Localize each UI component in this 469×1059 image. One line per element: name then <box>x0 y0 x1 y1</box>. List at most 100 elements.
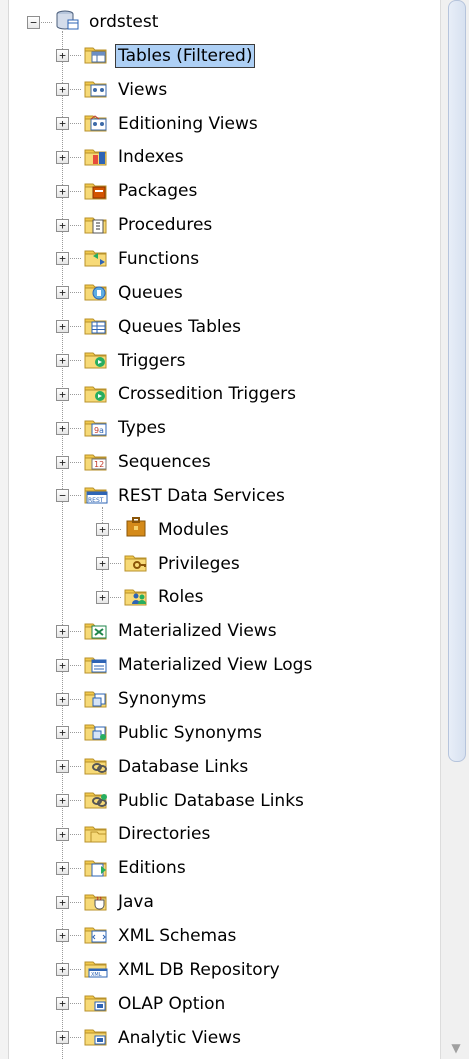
expand-toggle-icon[interactable]: + <box>56 421 69 435</box>
tree-node-views[interactable]: + Views <box>56 73 170 107</box>
directories-folder-icon <box>81 820 115 849</box>
tree-node-label: Sequences <box>118 452 211 473</box>
tree-node-editioning-views[interactable]: + Editioning Views <box>56 107 261 141</box>
tree-node-materialized-views[interactable]: + Materialized Views <box>56 614 280 648</box>
expand-toggle-icon[interactable]: + <box>56 218 69 232</box>
tree-connector-line <box>67 867 81 869</box>
tree-connector-line <box>67 258 81 260</box>
xml-db-repository-folder-icon: XML <box>81 955 115 984</box>
tree-node-label: Editions <box>118 858 186 879</box>
expand-toggle-icon[interactable]: + <box>56 354 69 367</box>
expand-toggle-icon[interactable]: + <box>56 286 69 300</box>
tree-connector-line <box>67 935 81 937</box>
triggers-folder-icon <box>81 346 115 375</box>
tree-node-label: Types <box>118 418 166 439</box>
expand-toggle-icon[interactable]: + <box>56 861 69 875</box>
tree-node-roles[interactable]: + Roles <box>96 580 207 614</box>
tree-node-crossedition-triggers[interactable]: + Crossedition Triggers <box>56 377 299 411</box>
expand-toggle-icon[interactable]: + <box>96 523 109 537</box>
tree-node-sequences[interactable]: + 12 Sequences <box>56 445 214 479</box>
tree-node-synonyms[interactable]: + Synonyms <box>56 682 209 716</box>
tree-node-xml-db-repository[interactable]: + XML XML DB Repository <box>56 953 283 987</box>
tree-node-label: Tables (Filtered) <box>115 43 256 68</box>
expand-toggle-icon[interactable]: + <box>56 658 69 672</box>
expand-toggle-icon[interactable]: + <box>56 624 69 638</box>
tree-node-privileges[interactable]: + Privileges <box>96 547 243 581</box>
expand-toggle-icon[interactable]: + <box>56 252 69 266</box>
crossedition-triggers-folder-icon <box>81 380 115 409</box>
tree-node-database-links[interactable]: + Database Links <box>56 750 251 784</box>
expand-toggle-icon[interactable]: + <box>56 692 69 706</box>
tree-connector-line <box>67 969 81 971</box>
scroll-down-arrow-icon[interactable]: ▼ <box>449 1041 463 1055</box>
tree-node-directories[interactable]: + Directories <box>56 817 213 851</box>
expand-toggle-icon[interactable]: + <box>56 895 69 909</box>
privileges-icon <box>121 549 155 578</box>
tree-node-label: Database Links <box>118 756 249 777</box>
tree-connector-line <box>67 1037 81 1038</box>
tree-connector-line <box>67 766 81 768</box>
tree-node-analytic-views[interactable]: + Analytic Views <box>56 1021 244 1055</box>
expand-toggle-icon[interactable]: + <box>56 997 69 1011</box>
vertical-scrollbar[interactable]: ▼ <box>440 0 469 1059</box>
expand-toggle-icon[interactable]: + <box>56 320 69 334</box>
tree-connector-line <box>67 393 81 395</box>
expand-toggle-icon[interactable]: + <box>56 726 69 740</box>
expand-toggle-icon[interactable]: + <box>56 184 69 198</box>
tree-node-label: Public Synonyms <box>118 722 262 743</box>
expand-toggle-icon[interactable]: + <box>56 963 69 977</box>
collapse-toggle-icon[interactable]: − <box>27 15 40 29</box>
indexes-folder-icon <box>81 143 115 172</box>
queues-tables-folder-icon <box>81 312 115 341</box>
tree-node-rest-data-services[interactable]: − REST REST Data Services <box>56 479 288 513</box>
rest-data-services-icon: REST <box>81 481 115 510</box>
expand-toggle-icon[interactable]: + <box>56 1031 69 1044</box>
tree-connector-line <box>67 360 81 361</box>
tree-connector-line <box>67 156 81 158</box>
expand-toggle-icon[interactable]: + <box>56 455 69 469</box>
expand-toggle-icon[interactable]: + <box>56 49 69 63</box>
tree-connector-line <box>67 495 81 497</box>
tree-node-public-database-links[interactable]: + Public Database Links <box>56 784 307 818</box>
public-synonyms-folder-icon <box>81 718 115 747</box>
tree-node-queues-tables[interactable]: + Queues Tables <box>56 310 244 344</box>
expand-toggle-icon[interactable]: + <box>56 387 69 401</box>
expand-toggle-icon[interactable]: + <box>56 929 69 943</box>
tree-node-label: Materialized View Logs <box>118 655 313 676</box>
tree-node-editions[interactable]: + Editions <box>56 851 189 885</box>
procedures-folder-icon <box>81 211 115 240</box>
analytic-views-folder-icon <box>81 1023 115 1052</box>
scrollbar-thumb[interactable] <box>448 0 466 762</box>
tree-node-procedures[interactable]: + Procedures <box>56 208 215 242</box>
tree-node-xml-schemas[interactable]: + XML Schemas <box>56 919 239 953</box>
tree-node-indexes[interactable]: + Indexes <box>56 140 187 174</box>
tree-node-label: Packages <box>118 181 198 202</box>
tree-node-materialized-view-logs[interactable]: + Materialized View Logs <box>56 648 315 682</box>
expand-toggle-icon[interactable]: + <box>56 117 69 131</box>
packages-folder-icon <box>81 177 115 206</box>
expand-toggle-icon[interactable]: + <box>96 557 109 571</box>
svg-text:12: 12 <box>94 460 104 469</box>
collapse-toggle-icon[interactable]: − <box>56 489 69 503</box>
expand-toggle-icon[interactable]: + <box>56 827 69 841</box>
tree-node-packages[interactable]: + Packages <box>56 174 200 208</box>
tree-node-queues[interactable]: + Queues <box>56 276 186 310</box>
tree-node-modules[interactable]: + Modules <box>96 513 232 547</box>
tree-node-functions[interactable]: + Functions <box>56 242 202 276</box>
tree-node-java[interactable]: + Java <box>56 885 157 919</box>
expand-toggle-icon[interactable]: + <box>56 150 69 164</box>
expand-toggle-icon[interactable]: + <box>56 794 69 808</box>
tree-node-label: Queues <box>118 282 183 303</box>
tree-node-triggers[interactable]: + Triggers <box>56 344 189 378</box>
tree-node-label: Editioning Views <box>118 113 258 134</box>
expand-toggle-icon[interactable]: + <box>56 760 69 774</box>
tree-node-label: XML DB Repository <box>118 959 280 980</box>
tree-node-olap-option[interactable]: + OLAP Option <box>56 987 228 1021</box>
tree-node-ordstest[interactable]: − ordstest <box>27 5 161 39</box>
expand-toggle-icon[interactable]: + <box>96 590 109 604</box>
tree-node-tables-filtered[interactable]: + Tables (Filtered) <box>56 39 256 73</box>
tree-node-public-synonyms[interactable]: + Public Synonyms <box>56 716 265 750</box>
tree-node-types[interactable]: + 9 a Types <box>56 411 169 445</box>
expand-toggle-icon[interactable]: + <box>56 83 69 97</box>
tree-connector-line <box>67 732 81 734</box>
